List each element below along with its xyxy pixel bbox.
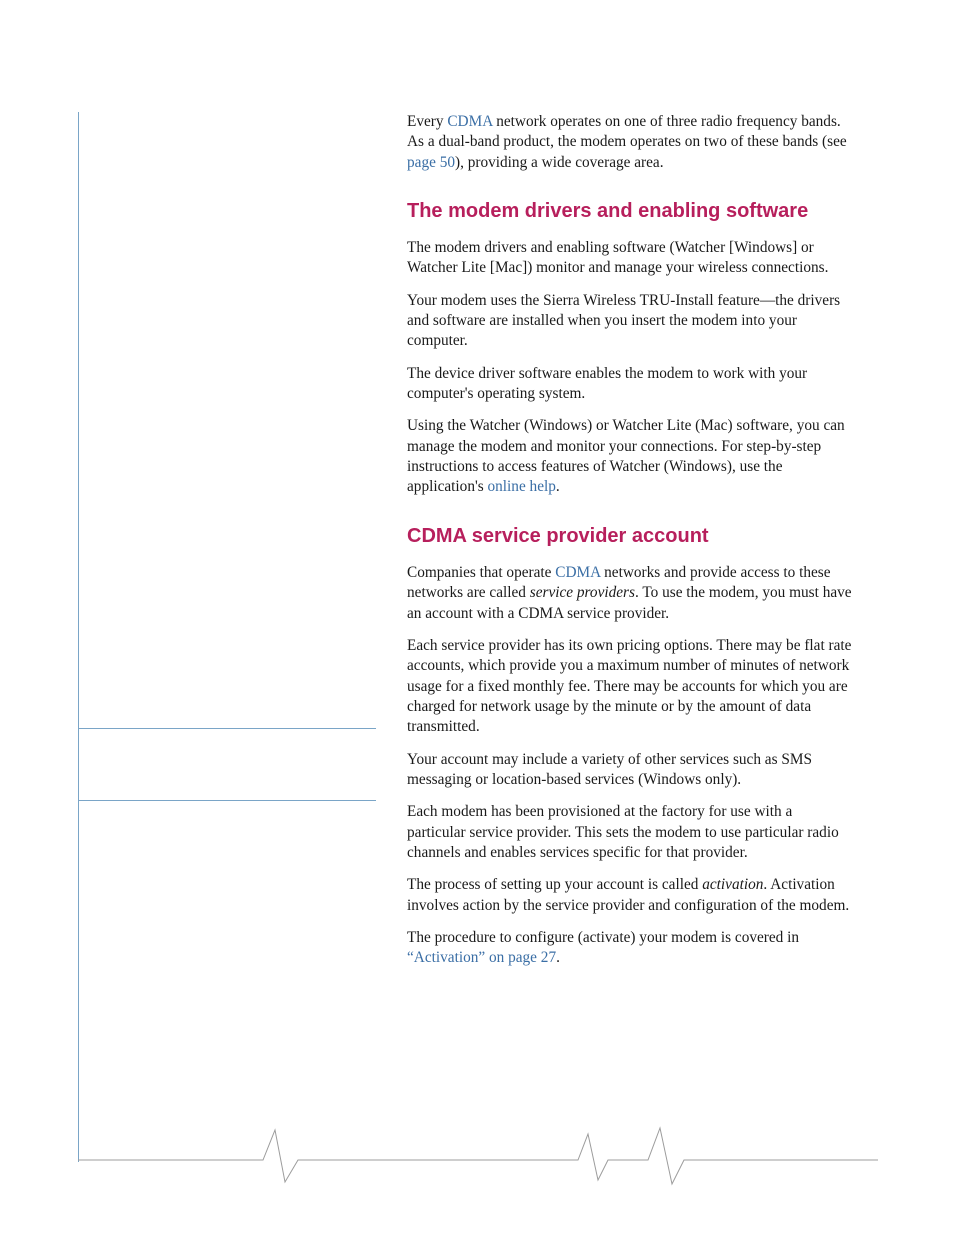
link-cdma-2[interactable]: CDMA [555,564,600,581]
link-cdma[interactable]: CDMA [447,113,492,130]
decorative-waveform [78,1120,878,1190]
text: Using the Watcher (Windows) or Watcher L… [407,417,845,495]
body-paragraph: Companies that operate CDMA networks and… [407,563,852,624]
heading-modem-drivers: The modem drivers and enabling software [407,199,852,224]
body-paragraph: Using the Watcher (Windows) or Watcher L… [407,416,852,497]
link-activation-page-27[interactable]: “Activation” on page 27 [407,949,556,966]
link-page-50[interactable]: page 50 [407,154,455,171]
text: ), providing a wide coverage area. [455,154,664,171]
text: Companies that operate [407,564,555,581]
text: . [556,949,560,966]
intro-paragraph: Every CDMA network operates on one of th… [407,112,852,173]
emphasis-activation: activation [702,876,763,893]
body-paragraph: Your modem uses the Sierra Wireless TRU-… [407,291,852,352]
text: . [556,478,560,495]
body-paragraph: Your account may include a variety of ot… [407,750,852,791]
heading-cdma-account: CDMA service provider account [407,524,852,549]
text: The procedure to configure (activate) yo… [407,929,799,946]
body-paragraph: The process of setting up your account i… [407,875,852,916]
body-paragraph: The procedure to configure (activate) yo… [407,928,852,969]
body-paragraph: The device driver software enables the m… [407,364,852,405]
link-online-help[interactable]: online help [488,478,556,495]
main-content: Every CDMA network operates on one of th… [407,112,852,969]
body-paragraph: Each service provider has its own pricin… [407,636,852,738]
body-paragraph: The modem drivers and enabling software … [407,238,852,279]
text: Every [407,113,447,130]
body-paragraph: Each modem has been provisioned at the f… [407,802,852,863]
emphasis-service-providers: service providers [530,584,635,601]
text: The process of setting up your account i… [407,876,702,893]
